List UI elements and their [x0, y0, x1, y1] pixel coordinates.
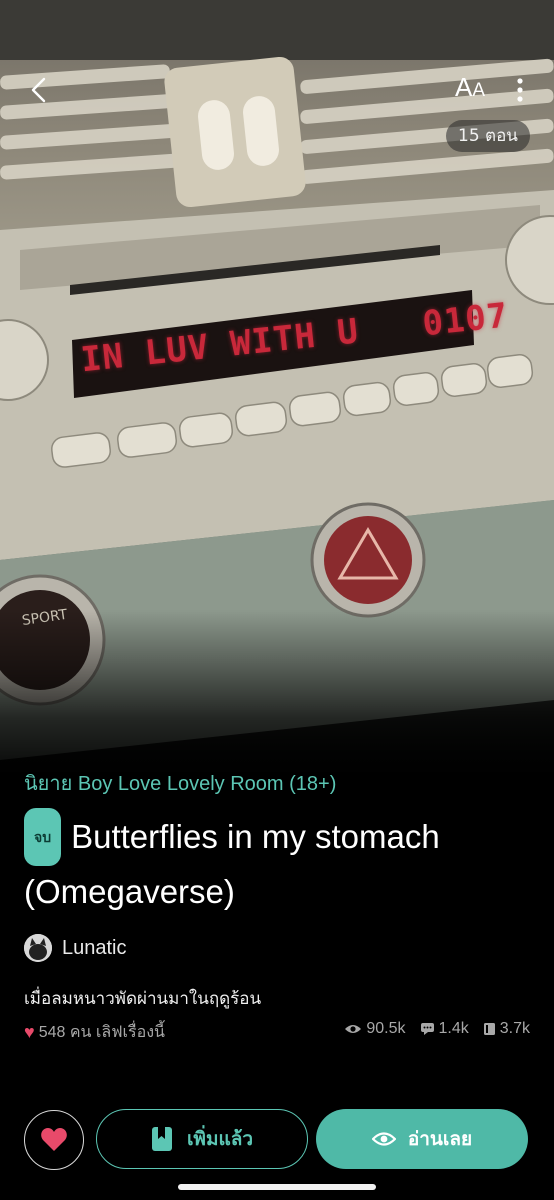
avatar [24, 934, 52, 962]
bookmark-book-icon [151, 1127, 172, 1151]
read-now-label: อ่านเลย [407, 1128, 473, 1150]
book-icon [483, 1023, 495, 1035]
episode-count-badge: 15 ตอน [446, 120, 530, 152]
add-to-library-button[interactable]: เพิ่มแล้ว [96, 1109, 308, 1169]
font-size-small-label: A [472, 80, 486, 101]
title-block: จบ Butterflies in my stomach (Omegaverse) [24, 808, 534, 918]
font-size-big-label: A [455, 72, 473, 102]
home-indicator[interactable] [178, 1184, 376, 1190]
counts-group: 90.5k 1.4k 3.7k [344, 1020, 530, 1038]
font-size-button[interactable]: AA [455, 72, 495, 108]
comments-stat: 1.4k [420, 1020, 469, 1038]
add-to-library-label: เพิ่มแล้ว [186, 1128, 254, 1150]
likes-stat: ♥ 548 คน เลิฟเรื่องนี้ [24, 1020, 165, 1045]
chapters-count: 3.7k [499, 1020, 530, 1037]
comments-count: 1.4k [438, 1020, 469, 1037]
story-detail-screen: SPORT IN LUV WITH U 0107 AA 15 ตอน นิยาย… [0, 0, 554, 1200]
views-stat: 90.5k [344, 1020, 406, 1038]
vertical-ellipsis-icon [517, 78, 523, 102]
story-category-link[interactable]: นิยาย Boy Love Lovely Room (18+) [24, 767, 336, 799]
views-count: 90.5k [366, 1020, 406, 1037]
cat-avatar-icon [24, 934, 52, 962]
comment-icon [420, 1023, 434, 1035]
likes-text: 548 คน เลิฟเรื่องนี้ [38, 1024, 165, 1041]
read-now-button[interactable]: อ่านเลย [316, 1109, 528, 1169]
story-tagline: เมื่อลมหนาวพัดผ่านมาในฤดูร้อน [24, 989, 262, 1009]
eye-icon [371, 1132, 396, 1146]
eye-icon [345, 1025, 362, 1033]
like-button[interactable] [24, 1110, 84, 1170]
story-title-line: จบ Butterflies in my stomach (Omegaverse) [24, 808, 534, 918]
back-button[interactable] [22, 72, 58, 108]
cover-image: SPORT IN LUV WITH U 0107 [0, 0, 554, 790]
author-link[interactable]: Lunatic [24, 932, 127, 964]
heart-icon [41, 1128, 67, 1151]
heart-icon: ♥ [24, 1022, 35, 1042]
author-name: Lunatic [62, 936, 127, 959]
cover-fade-overlay [0, 610, 554, 790]
status-badge: จบ [24, 808, 62, 866]
more-options-button[interactable] [508, 74, 532, 108]
chapters-stat: 3.7k [483, 1020, 530, 1038]
stats-row: ♥ 548 คน เลิฟเรื่องนี้ 90.5k 1.4k 3.7k [24, 1020, 530, 1046]
chevron-left-icon [31, 77, 46, 103]
story-title: Butterflies in my stomach (Omegaverse) [24, 818, 440, 910]
